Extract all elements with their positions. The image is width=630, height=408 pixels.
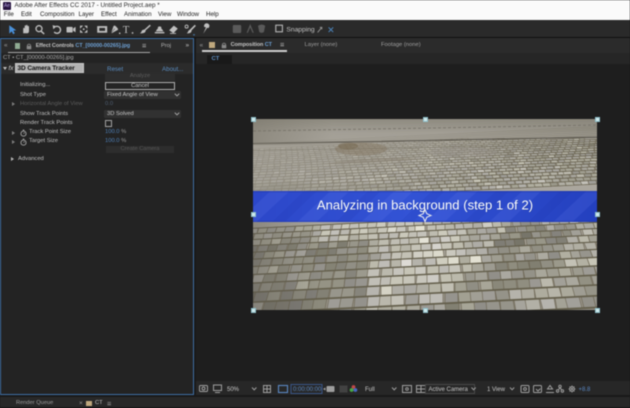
svg-text:1 View: 1 View <box>487 387 506 393</box>
svg-text:50%: 50% <box>227 387 240 393</box>
svg-text:0:00:00:00: 0:00:00:00 <box>293 387 322 393</box>
svg-text:+8.8: +8.8 <box>579 387 592 393</box>
svg-text:Active Camera: Active Camera <box>429 387 469 393</box>
svg-text:T: T <box>123 24 130 36</box>
svg-text:Snapping: Snapping <box>286 26 315 33</box>
svg-text:Full: Full <box>365 387 375 393</box>
